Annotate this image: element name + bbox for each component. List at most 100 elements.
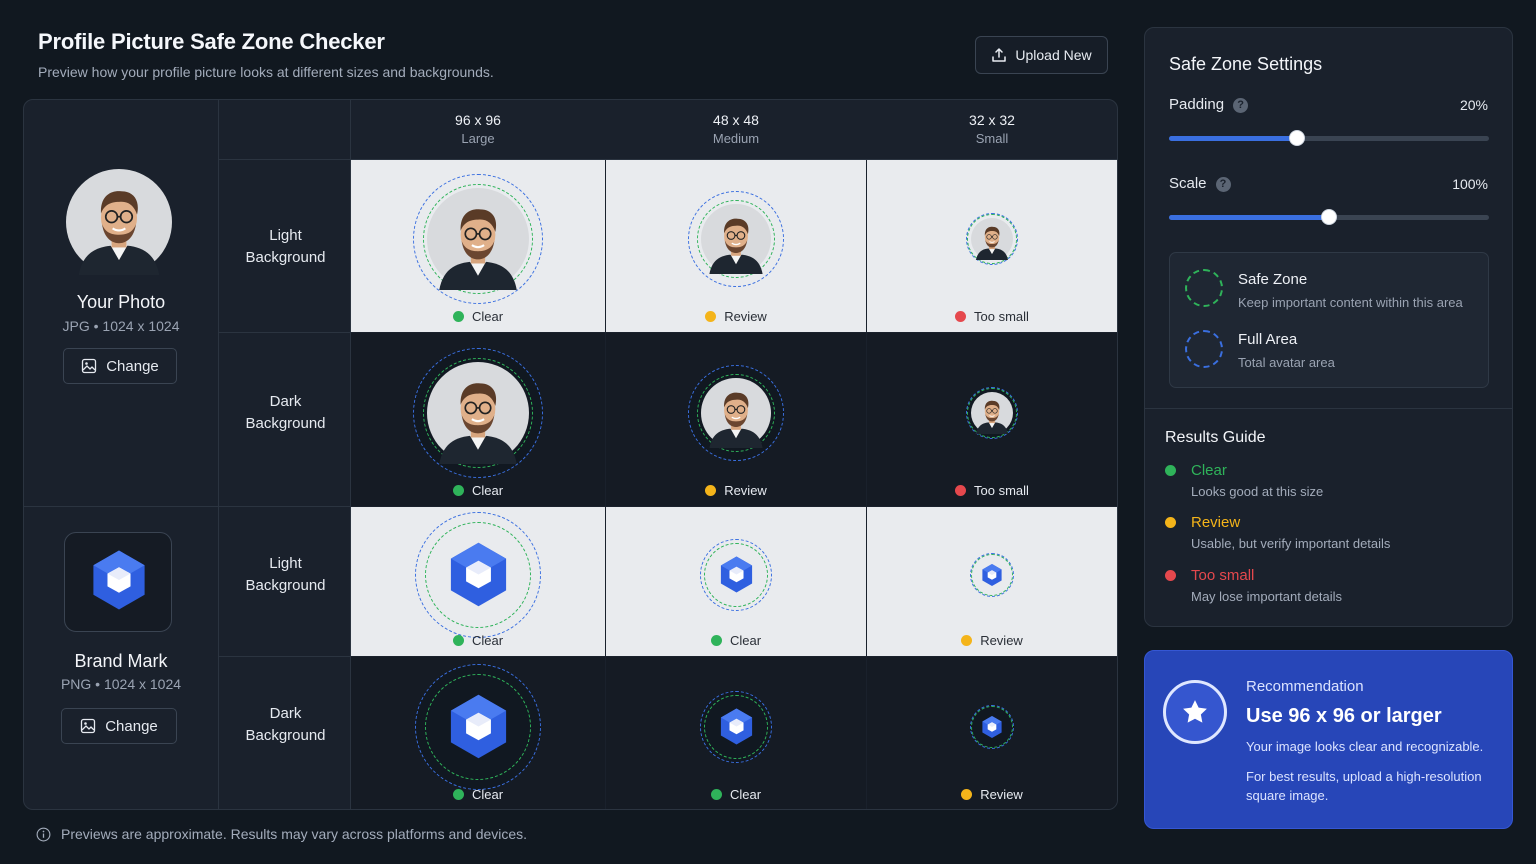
- scale-slider-fill: [1169, 215, 1329, 220]
- preview-cell: Clear: [351, 160, 605, 332]
- person-avatar: [701, 377, 771, 448]
- photo-preview: [701, 204, 771, 279]
- person-avatar: [971, 218, 1013, 260]
- settings-title: Safe Zone Settings: [1169, 54, 1323, 74]
- photo-preview: [427, 188, 529, 295]
- photo-preview: [701, 377, 771, 453]
- scale-slider-handle[interactable]: [1321, 209, 1337, 225]
- preview-cell: Review: [867, 657, 1117, 809]
- guide-label: Review: [1191, 514, 1241, 531]
- status-badge: Review: [867, 633, 1117, 648]
- preview-cell: Review: [606, 333, 866, 506]
- status-dot: [705, 485, 717, 496]
- recommendation-card: Recommendation Use 96 x 96 or larger You…: [1144, 650, 1513, 829]
- status-dot: [1165, 465, 1176, 476]
- full-area-icon: [1185, 330, 1223, 368]
- hexagon-logo-icon: [450, 694, 506, 759]
- brand-preview: [444, 540, 513, 614]
- brand-thumbnail: [64, 532, 172, 632]
- person-avatar: [971, 391, 1013, 434]
- column-label: Medium: [712, 131, 760, 146]
- guide-desc: Usable, but verify important details: [1191, 536, 1391, 551]
- person-avatar: [66, 169, 172, 275]
- column-header-medium: 48 x 48 Medium: [606, 112, 866, 146]
- footer-text: Previews are approximate. Results may va…: [61, 826, 528, 842]
- status-badge: Review: [606, 483, 866, 498]
- status-dot: [710, 635, 722, 646]
- photo-meta: JPG • 1024 x 1024: [62, 318, 180, 334]
- safe-zone-desc: Keep important content within this area: [1238, 295, 1463, 310]
- hexagon-logo-icon: [982, 715, 1002, 738]
- preview-cell: Clear: [351, 657, 605, 809]
- column-label: Large: [461, 131, 495, 146]
- status-dot: [452, 635, 464, 646]
- status-label: Clear: [729, 787, 762, 802]
- status-dot: [452, 485, 464, 496]
- preview-cell: Clear: [351, 507, 605, 656]
- help-icon[interactable]: ?: [1233, 97, 1249, 113]
- guide-desc: May lose important details: [1191, 589, 1343, 604]
- status-dot: [705, 311, 717, 322]
- status-label: Clear: [471, 483, 504, 498]
- status-badge: Review: [606, 309, 866, 324]
- status-label: Clear: [729, 633, 762, 648]
- status-label: Review: [980, 787, 1023, 802]
- status-label: Review: [724, 483, 767, 498]
- column-label: Small: [975, 131, 1009, 146]
- upload-new-button[interactable]: Upload New: [975, 36, 1108, 74]
- padding-value: 20%: [1459, 97, 1488, 113]
- padding-label-row: Padding?: [1169, 96, 1249, 113]
- page-subtitle: Preview how your profile picture looks a…: [38, 64, 494, 80]
- photo-change-button[interactable]: Change: [63, 348, 177, 384]
- preview-cell: Review: [867, 507, 1117, 656]
- preview-cell: Clear: [351, 333, 605, 506]
- brand-name: Brand Mark: [74, 651, 168, 671]
- status-dot: [452, 311, 464, 322]
- padding-label: Padding: [1169, 96, 1225, 113]
- status-label: Review: [724, 309, 767, 324]
- brand-meta: PNG • 1024 x 1024: [60, 676, 182, 692]
- person-avatar: [427, 361, 529, 464]
- zone-legend: Safe Zone Keep important content within …: [1169, 252, 1489, 388]
- full-area-desc: Total avatar area: [1238, 355, 1335, 370]
- status-label: Clear: [471, 633, 504, 648]
- preview-grid: 96 x 96 Large 48 x 48 Medium 32 x 32 Sma…: [23, 99, 1118, 810]
- scale-label: Scale: [1169, 175, 1207, 192]
- brand-preview: [717, 707, 756, 751]
- scale-value: 100%: [1452, 176, 1488, 192]
- hexagon-logo-icon: [720, 556, 752, 593]
- status-badge: Clear: [606, 633, 866, 648]
- photo-preview: [971, 391, 1013, 439]
- image-icon: [81, 718, 96, 734]
- photo-preview: [971, 218, 1013, 265]
- safe-zone-title: Safe Zone: [1238, 271, 1308, 288]
- photo-name: Your Photo: [76, 292, 166, 312]
- status-badge: Clear: [351, 483, 605, 498]
- recommendation-line1: Your image looks clear and recognizable.: [1246, 739, 1484, 754]
- status-dot: [1165, 517, 1176, 528]
- status-dot: [452, 789, 464, 800]
- status-badge: Clear: [606, 787, 866, 802]
- status-label: Too small: [974, 483, 1029, 498]
- status-dot: [955, 485, 967, 496]
- help-icon[interactable]: ?: [1215, 176, 1231, 192]
- row-label-photo-dark: Dark Background: [245, 393, 326, 432]
- brand-preview: [980, 715, 1004, 744]
- status-label: Review: [980, 633, 1023, 648]
- status-dot: [955, 311, 967, 322]
- hexagon-logo-icon: [720, 708, 752, 745]
- status-badge: Clear: [351, 309, 605, 324]
- status-badge: Too small: [867, 483, 1117, 498]
- column-size: 96 x 96: [455, 112, 501, 128]
- recommendation-headline: Use 96 x 96 or larger: [1246, 705, 1442, 727]
- hexagon-logo-icon: [93, 550, 145, 610]
- change-label: Change: [105, 717, 158, 735]
- status-dot: [1165, 570, 1176, 581]
- row-label-brand-light: Light Background: [245, 555, 326, 594]
- brand-change-button[interactable]: Change: [61, 708, 177, 744]
- padding-slider-handle[interactable]: [1289, 130, 1305, 146]
- guide-label: Too small: [1191, 567, 1255, 584]
- footer-note: Previews are approximate. Results may va…: [36, 826, 527, 842]
- preview-cell: Review: [606, 160, 866, 332]
- preview-cell: Too small: [867, 160, 1117, 332]
